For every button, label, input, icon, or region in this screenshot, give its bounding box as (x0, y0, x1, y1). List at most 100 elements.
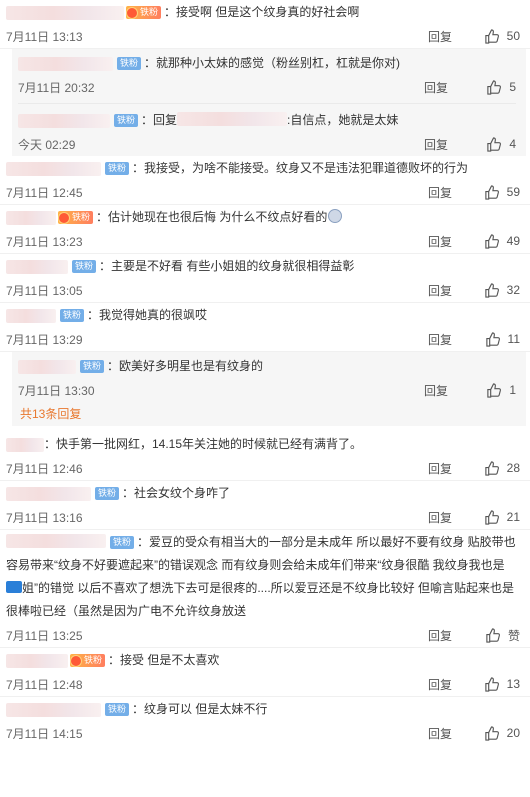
reply-time: 7月11日 13:30 (18, 383, 95, 398)
thumbs-up-icon (484, 460, 499, 476)
like-count: 1 (509, 383, 516, 397)
comment-item: 铁粉 ：我接受，为啥不能接受。纹身又不是违法犯罪道德败坏的行为 7月11日 12… (0, 156, 530, 205)
gold-fan-badge: 铁粉 (126, 6, 162, 19)
like-button[interactable]: 28 (472, 460, 520, 476)
blurred-username[interactable] (6, 309, 56, 323)
comment-time: 7月11日 14:15 (6, 726, 83, 741)
reply-button[interactable]: 回复 (424, 79, 468, 96)
comment-time: 7月11日 13:25 (6, 628, 83, 643)
like-count: 4 (509, 137, 516, 151)
gold-fan-badge: 铁粉 (58, 211, 94, 224)
reply-button[interactable]: 回复 (428, 725, 472, 742)
like-count: 50 (506, 29, 520, 43)
reply-thread: 铁粉 ：欧美好多明星也是有纹身的 7月11日 13:30 回复 1 共13条回复 (12, 352, 526, 426)
reply-button[interactable]: 回复 (428, 282, 472, 299)
comment-text: ：快手第一批网红，14.15年关注她的时候就已经有满背了。 (44, 437, 363, 451)
like-count: 赞 (507, 628, 520, 643)
like-count: 28 (506, 461, 520, 475)
comment-time: 7月11日 13:13 (6, 29, 83, 44)
blurred-username[interactable] (6, 654, 68, 668)
like-button[interactable]: 11 (472, 331, 520, 347)
view-more-replies-link[interactable]: 共13条回复 (18, 402, 516, 426)
like-button[interactable]: 4 (468, 136, 516, 152)
comment-text: 铁粉 ：爱豆的受众有相当大的一部分是未成年 所以最好不要有纹身 贴胶带也容易带来“… (6, 531, 520, 623)
comment-time: 7月11日 13:05 (6, 283, 83, 298)
blurred-username[interactable] (6, 260, 68, 274)
blurred-username[interactable] (6, 534, 106, 548)
divider (18, 103, 516, 104)
comment-text: ：纹身可以 但是太妹不行 (132, 702, 268, 716)
badge-label: 铁粉 (72, 212, 91, 222)
emoji-icon (328, 209, 343, 223)
blurred-username[interactable] (6, 6, 124, 20)
badge-label: 铁粉 (84, 655, 103, 665)
like-button[interactable]: 21 (472, 509, 520, 525)
blurred-username[interactable] (6, 703, 101, 717)
comment-text: ：接受 但是不太喜欢 (108, 653, 220, 667)
gold-fan-badge: 铁粉 (70, 654, 106, 667)
comment-text: ：我觉得她真的很飒哎 (87, 308, 208, 322)
reply-text: ：回复 :自信点，她就是太妹 (141, 109, 516, 132)
comment-item: 铁粉 ：爱豆的受众有相当大的一部分是未成年 所以最好不要有纹身 贴胶带也容易带来“… (0, 530, 530, 648)
reply-body: :自信点，她就是太妹 (287, 113, 399, 127)
reply-button[interactable]: 回复 (428, 331, 472, 348)
like-button[interactable]: 赞 (472, 627, 520, 644)
like-button[interactable]: 59 (472, 184, 520, 200)
like-button[interactable]: 5 (468, 79, 516, 95)
medal-icon (70, 654, 82, 667)
reply-button[interactable]: 回复 (428, 28, 472, 45)
fan-badge: 铁粉 (105, 162, 130, 175)
comment-time: 7月11日 12:46 (6, 461, 83, 476)
reply-button[interactable]: 回复 (428, 460, 472, 477)
comment-item: 铁粉 ：纹身可以 但是太妹不行 7月11日 14:15 回复 20 (0, 697, 530, 745)
like-count: 32 (506, 283, 520, 297)
thumbs-up-icon (484, 725, 499, 741)
like-button[interactable]: 1 (468, 382, 516, 398)
blurred-username[interactable] (6, 487, 91, 501)
like-count: 49 (506, 234, 520, 248)
blurred-username[interactable] (6, 211, 56, 225)
comment-time: 7月11日 13:16 (6, 510, 83, 525)
comment-item: ：快手第一批网红，14.15年关注她的时候就已经有满背了。 7月11日 12:4… (0, 426, 530, 481)
like-button[interactable]: 32 (472, 282, 520, 298)
comment-time: 7月11日 13:23 (6, 234, 83, 249)
like-button[interactable]: 49 (472, 233, 520, 249)
reply-button[interactable]: 回复 (424, 382, 468, 399)
reply-time: 7月11日 20:32 (18, 80, 95, 95)
thumbs-up-icon (487, 136, 502, 152)
like-count: 59 (506, 185, 520, 199)
thumbs-up-icon (487, 382, 502, 398)
comment-time: 7月11日 13:29 (6, 332, 83, 347)
blurred-mention[interactable] (177, 112, 288, 126)
comment-time: 7月11日 12:45 (6, 185, 83, 200)
reply-item: 铁粉 ：就那种小太妹的感觉（粉丝别杠，杠就是你对) 7月11日 20:32 回复… (18, 51, 516, 99)
thumbs-up-icon (487, 79, 502, 95)
like-count: 5 (509, 80, 516, 94)
comment-feed: 铁粉 ：接受啊 但是这个纹身真的好社会啊 7月11日 13:13 回复 50 铁… (0, 0, 530, 797)
fan-badge: 铁粉 (114, 114, 139, 127)
fan-badge: 铁粉 (60, 309, 85, 322)
blurred-username[interactable] (18, 114, 110, 128)
like-button[interactable]: 50 (472, 28, 520, 44)
badge-label: 铁粉 (140, 7, 159, 17)
reply-button[interactable]: 回复 (428, 184, 472, 201)
blurred-username[interactable] (18, 360, 76, 374)
blurred-username[interactable] (6, 162, 101, 176)
like-button[interactable]: 20 (472, 725, 520, 741)
comment-item: 铁粉 ：估计她现在也很后悔 为什么不纹点好看的 7月11日 13:23 回复 4… (0, 205, 530, 254)
like-button[interactable]: 13 (472, 676, 520, 692)
reply-prefix: ：回复 (141, 113, 178, 127)
thumbs-up-icon (484, 233, 499, 249)
reply-button[interactable]: 回复 (428, 676, 472, 693)
reply-button[interactable]: 回复 (428, 627, 472, 644)
reply-text: ：就那种小太妹的感觉（粉丝别杠，杠就是你对) (144, 56, 401, 70)
reply-item: 铁粉 ：回复:自信点，她就是太妹 今天 02:29 回复 4 (18, 108, 516, 156)
comment-body-tail: 姐”的错觉 以后不喜欢了想洗下去可是很疼的....所以爱豆还是不纹身比较好 但喻… (6, 581, 515, 618)
blurred-username[interactable] (6, 438, 44, 452)
blurred-username[interactable] (18, 57, 113, 71)
fan-badge: 铁粉 (105, 703, 130, 716)
reply-button[interactable]: 回复 (428, 509, 472, 526)
comment-text: ：接受啊 但是这个纹身真的好社会啊 (164, 5, 360, 19)
reply-button[interactable]: 回复 (428, 233, 472, 250)
reply-button[interactable]: 回复 (424, 136, 468, 153)
